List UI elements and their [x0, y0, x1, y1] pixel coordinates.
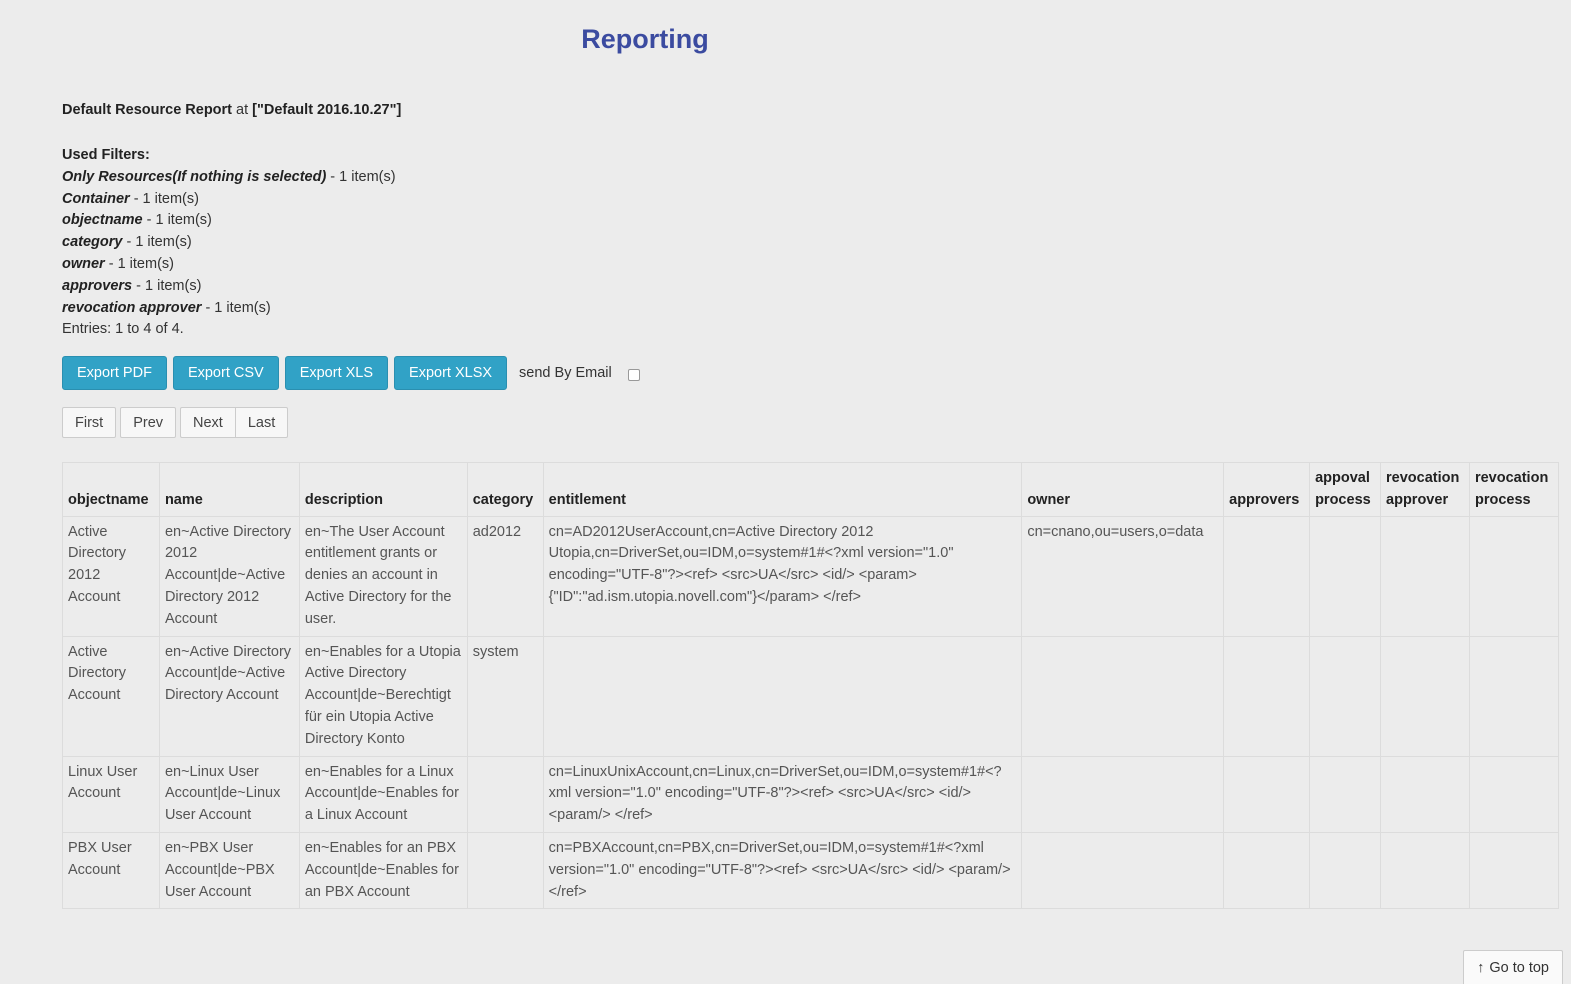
filter-item: owner - 1 item(s) [62, 255, 174, 272]
filters-title: Used Filters: [62, 147, 150, 163]
table-cell [1021, 831, 1225, 910]
export-xlsx-button[interactable]: Export XLSX [394, 356, 508, 390]
table-cell [1468, 831, 1560, 910]
table-cell: en~Linux User Account|de~Linux User Acco… [158, 755, 300, 833]
table-cell [1380, 831, 1470, 910]
send-by-email-label: send By Email [519, 365, 612, 381]
export-xls-button[interactable]: Export XLS [284, 356, 389, 390]
table-row: Linux User Account en~Linux User Account… [62, 755, 1560, 833]
column-header[interactable]: appoval process [1309, 462, 1382, 517]
column-header[interactable]: objectname [62, 462, 160, 517]
table-cell [1021, 635, 1225, 757]
table-cell: Active Directory Account [62, 635, 160, 757]
filter-item: approvers - 1 item(s) [62, 277, 202, 294]
entries-summary: Entries: 1 to 4 of 4. [62, 321, 184, 338]
table-cell: cn=cnano,ou=users,o=data [1021, 515, 1225, 637]
table-cell [1223, 515, 1311, 637]
table-cell: en~Active Directory Account|de~Active Di… [158, 635, 300, 757]
report-table: objectname name description category ent… [62, 462, 1560, 910]
table-cell [542, 635, 1023, 757]
report-heading: Default Resource Report at ["Default 201… [62, 102, 401, 118]
column-header[interactable]: revocation process [1468, 462, 1560, 517]
go-to-top-button[interactable]: ↑ Go to top [1463, 950, 1563, 984]
table-row: Active Directory 2012 Account en~Active … [62, 515, 1560, 637]
table-cell: en~The User Account entitlement grants o… [298, 515, 468, 637]
table-cell: Linux User Account [62, 755, 160, 833]
table-cell [1380, 635, 1470, 757]
column-header[interactable]: revocation approver [1380, 462, 1470, 517]
table-cell: en~Enables for an PBX Account|de~Enables… [298, 831, 468, 910]
table-cell: en~Active Directory 2012 Account|de~Acti… [158, 515, 300, 637]
table-cell [1380, 755, 1470, 833]
table-cell: en~PBX User Account|de~PBX User Account [158, 831, 300, 910]
table-cell: en~Enables for a Utopia Active Directory… [298, 635, 468, 757]
page-title: Reporting [581, 24, 709, 54]
report-name: Default Resource Report [62, 102, 233, 118]
table-cell: cn=LinuxUnixAccount,cn=Linux,cn=DriverSe… [542, 755, 1023, 833]
table-cell [1468, 515, 1560, 637]
table-cell [1309, 831, 1382, 910]
table-row: Active Directory Account en~Active Direc… [62, 635, 1560, 757]
table-cell [1468, 635, 1560, 757]
go-to-top-label: Go to top [1489, 959, 1549, 976]
table-cell [1223, 831, 1311, 910]
table-cell [1309, 755, 1382, 833]
next-page-button[interactable]: Next [180, 407, 235, 438]
column-header[interactable]: category [466, 462, 544, 517]
filter-item: Only Resources(If nothing is selected) -… [62, 168, 396, 185]
report-at-label: at [236, 102, 249, 118]
table-cell [1380, 515, 1470, 637]
last-page-button[interactable]: Last [234, 407, 289, 438]
table-header-row: objectname name description category ent… [62, 462, 1560, 517]
table-row: PBX User Account en~PBX User Account|de~… [62, 831, 1560, 910]
filter-item: category - 1 item(s) [62, 234, 192, 251]
report-snapshot: ["Default 2016.10.27"] [252, 102, 402, 118]
table-cell: ad2012 [466, 515, 544, 637]
column-header[interactable]: name [158, 462, 300, 517]
table-cell: cn=AD2012UserAccount,cn=Active Directory… [542, 515, 1023, 637]
table-cell: en~Enables for a Linux Account|de~Enable… [298, 755, 468, 833]
prev-page-button[interactable]: Prev [120, 407, 177, 438]
table-cell [1223, 755, 1311, 833]
table-cell: Active Directory 2012 Account [62, 515, 160, 637]
arrow-up-icon: ↑ [1477, 959, 1485, 976]
export-pdf-button[interactable]: Export PDF [62, 356, 167, 390]
export-csv-button[interactable]: Export CSV [172, 356, 279, 390]
send-by-email-checkbox[interactable] [627, 368, 640, 381]
table-cell [1021, 755, 1225, 833]
filter-item: Container - 1 item(s) [62, 190, 199, 207]
table-cell [466, 831, 544, 910]
column-header[interactable]: approvers [1223, 462, 1311, 517]
first-page-button[interactable]: First [62, 407, 117, 438]
used-filters: Used Filters: Only Resources(If nothing … [62, 145, 396, 341]
column-header[interactable]: entitlement [542, 462, 1023, 517]
pagination: First Prev Next Last [62, 407, 292, 438]
table-cell: system [466, 635, 544, 757]
table-cell [1309, 515, 1382, 637]
export-toolbar: Export PDF Export CSV Export XLS Export … [62, 356, 640, 390]
table-cell [466, 755, 544, 833]
table-cell [1223, 635, 1311, 757]
table-cell: PBX User Account [62, 831, 160, 910]
column-header[interactable]: owner [1021, 462, 1225, 517]
filter-item: objectname - 1 item(s) [62, 212, 212, 229]
table-cell [1309, 635, 1382, 757]
column-header[interactable]: description [298, 462, 468, 517]
table-cell [1468, 755, 1560, 833]
filter-item: revocation approver - 1 item(s) [62, 299, 271, 316]
table-cell: cn=PBXAccount,cn=PBX,cn=DriverSet,ou=IDM… [542, 831, 1023, 910]
